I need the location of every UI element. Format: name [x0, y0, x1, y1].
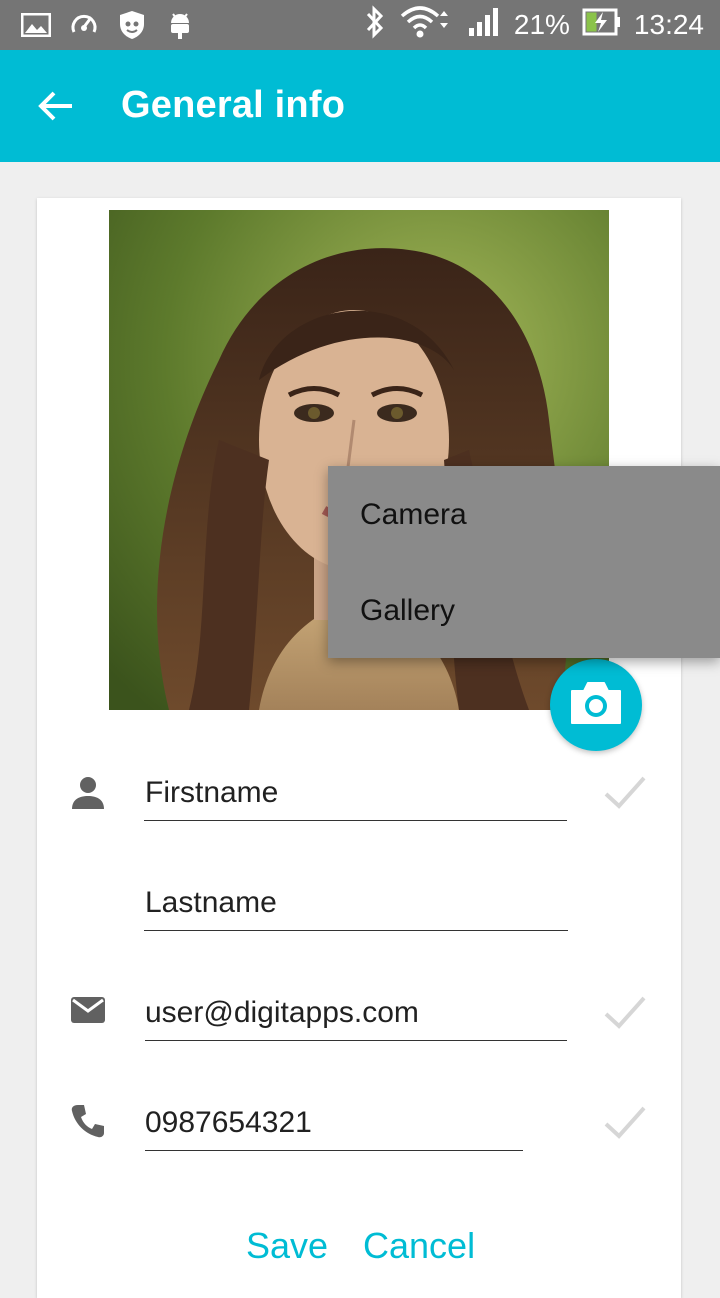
- firstname-check-icon: [602, 770, 648, 816]
- email-underline: [145, 1040, 567, 1041]
- android-icon: [166, 8, 194, 42]
- menu-item-camera[interactable]: Camera: [360, 498, 467, 532]
- phone-underline: [145, 1150, 523, 1151]
- status-bar: 21% 13:24: [0, 0, 720, 50]
- email-icon: [70, 995, 106, 1031]
- change-photo-button[interactable]: [550, 659, 642, 751]
- arrow-back-icon[interactable]: [36, 86, 76, 126]
- app-bar: General info: [0, 50, 720, 162]
- bluetooth-icon: [362, 4, 388, 46]
- page-title: General info: [121, 84, 346, 126]
- speed-meter-icon: [68, 8, 100, 42]
- email-check-icon: [602, 990, 648, 1036]
- menu-item-gallery[interactable]: Gallery: [360, 594, 455, 628]
- phone-check-icon: [602, 1100, 648, 1146]
- lastname-underline: [144, 930, 568, 931]
- battery-charging-icon: [582, 8, 622, 43]
- phone-field[interactable]: 0987654321: [145, 1106, 312, 1140]
- signal-icon: [468, 7, 502, 44]
- image-notification-icon: [20, 8, 52, 42]
- battery-percent: 21%: [513, 9, 570, 40]
- clock-time: 13:24: [633, 9, 704, 40]
- wifi-icon: [400, 5, 456, 46]
- phone-icon: [70, 1103, 106, 1139]
- firstname-field[interactable]: Firstname: [145, 776, 278, 810]
- lastname-field[interactable]: Lastname: [145, 886, 277, 920]
- save-button[interactable]: Save: [246, 1225, 328, 1267]
- firstname-underline: [144, 820, 567, 821]
- camera-icon: [568, 679, 624, 732]
- shield-icon: [116, 8, 148, 42]
- photo-source-menu: Camera Gallery: [328, 466, 720, 658]
- email-field[interactable]: user@digitapps.com: [145, 996, 419, 1030]
- cancel-button[interactable]: Cancel: [363, 1225, 475, 1267]
- person-icon: [70, 775, 106, 811]
